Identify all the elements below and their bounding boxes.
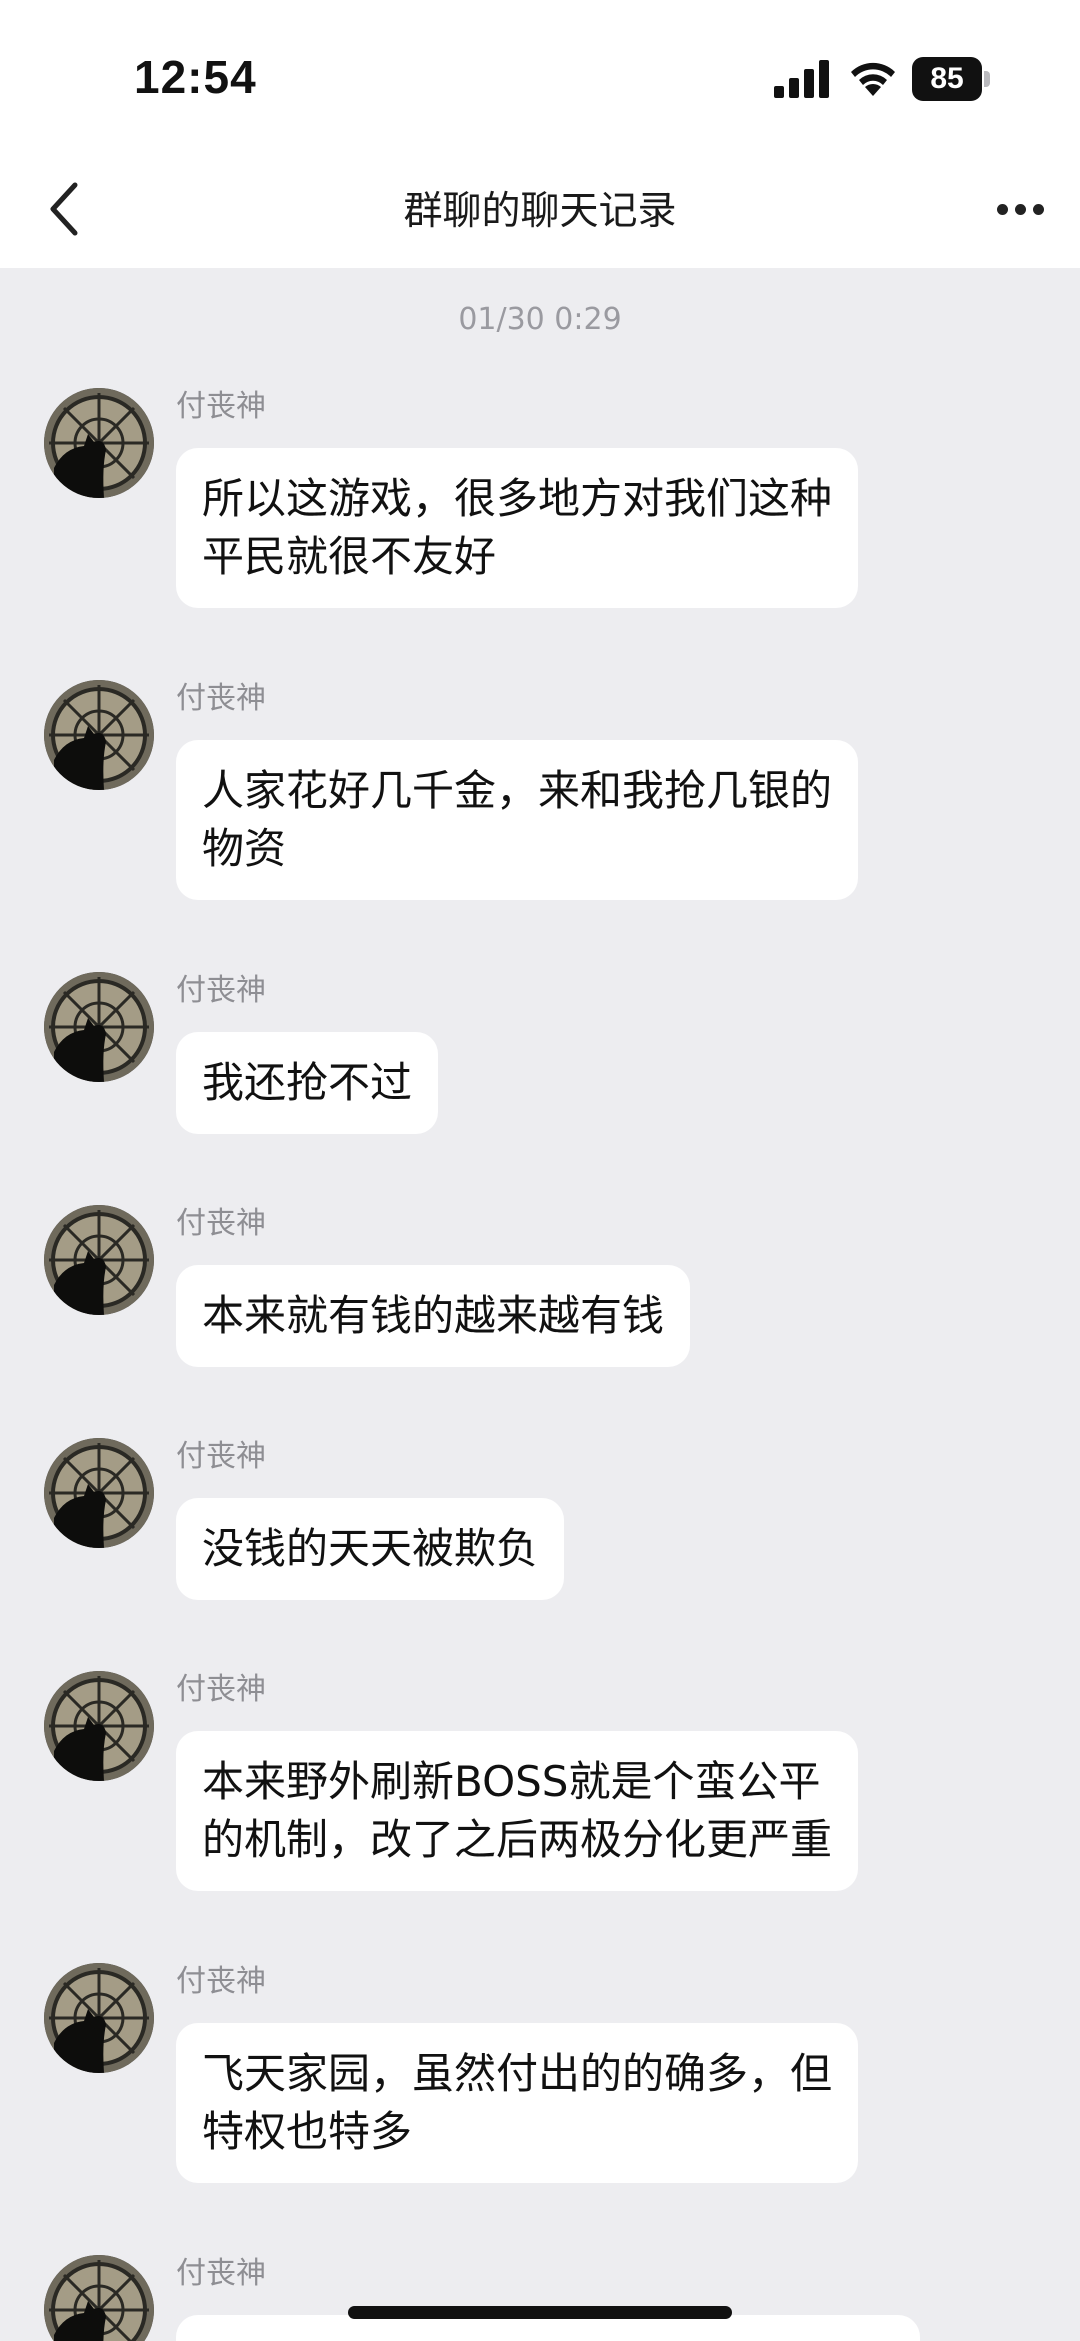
message-bubble[interactable]: 所以这游戏，很多地方对我们这种 平民就很不友好 xyxy=(176,448,859,608)
avatar[interactable] xyxy=(44,1438,154,1548)
battery-level: 85 xyxy=(930,62,964,95)
chevron-left-icon xyxy=(50,182,78,236)
message-bubble[interactable]: 飞天家园，虽然付出的的确多，但 特权也特多 xyxy=(176,2023,859,2183)
avatar[interactable] xyxy=(44,1205,154,1315)
nav-bar: 群聊的聊天记录 xyxy=(0,150,1080,268)
sender-name: 付丧神 xyxy=(176,2256,266,2291)
avatar-cat-window-image xyxy=(44,1963,154,2073)
sender-name: 付丧神 xyxy=(176,389,266,424)
avatar[interactable] xyxy=(44,680,154,790)
more-dots-icon xyxy=(1014,203,1026,215)
message-bubble[interactable]: 人家花好几千金，来和我抢几银的 物资 xyxy=(176,740,859,900)
message-bubble[interactable]: 本来就有钱的越来越有钱 xyxy=(176,1265,691,1367)
avatar[interactable] xyxy=(44,1671,154,1781)
avatar-cat-window-image xyxy=(44,1671,154,1781)
avatar[interactable] xyxy=(44,388,154,498)
more-dots-icon xyxy=(1032,203,1044,215)
sender-name: 付丧神 xyxy=(176,973,266,1008)
home-indicator[interactable] xyxy=(348,2306,732,2319)
avatar-cat-window-image xyxy=(44,388,154,498)
message-bubble[interactable]: 本来野外刷新BOSS就是个蛮公平 的机制，改了之后两极分化更严重 xyxy=(176,1731,859,1891)
back-button[interactable] xyxy=(34,172,94,246)
sender-name: 付丧神 xyxy=(176,1439,266,1474)
sender-name: 付丧神 xyxy=(176,681,266,716)
avatar-cat-window-image xyxy=(44,972,154,1082)
more-button[interactable] xyxy=(988,180,1052,238)
status-time: 12:54 xyxy=(134,51,257,103)
signal-icon xyxy=(774,60,829,98)
sender-name: 付丧神 xyxy=(176,1672,266,1707)
wifi-icon xyxy=(851,62,895,96)
battery-nub xyxy=(984,71,990,87)
avatar-cat-window-image xyxy=(44,1205,154,1315)
sender-name: 付丧神 xyxy=(176,1206,266,1241)
avatar[interactable] xyxy=(44,1963,154,2073)
message-bubble[interactable]: 没钱的天天被欺负 xyxy=(176,1498,565,1600)
avatar[interactable] xyxy=(44,2255,154,2341)
avatar[interactable] xyxy=(44,972,154,1082)
chat-history-page: 12:54 85 群聊的聊天记录 01/30 0:29 付丧神 所以这游戏，很多… xyxy=(0,0,1080,2341)
more-dots-icon xyxy=(996,203,1008,215)
page-title: 群聊的聊天记录 xyxy=(403,189,677,234)
chat-timestamp: 01/30 0:29 xyxy=(458,302,622,337)
message-bubble[interactable]: 我还抢不过 xyxy=(176,1032,439,1134)
status-bar: 12:54 85 xyxy=(0,0,1080,150)
avatar-cat-window-image xyxy=(44,1438,154,1548)
sender-name: 付丧神 xyxy=(176,1964,266,1999)
avatar-cat-window-image xyxy=(44,2255,154,2341)
battery-icon: 85 xyxy=(912,57,990,101)
avatar-cat-window-image xyxy=(44,680,154,790)
